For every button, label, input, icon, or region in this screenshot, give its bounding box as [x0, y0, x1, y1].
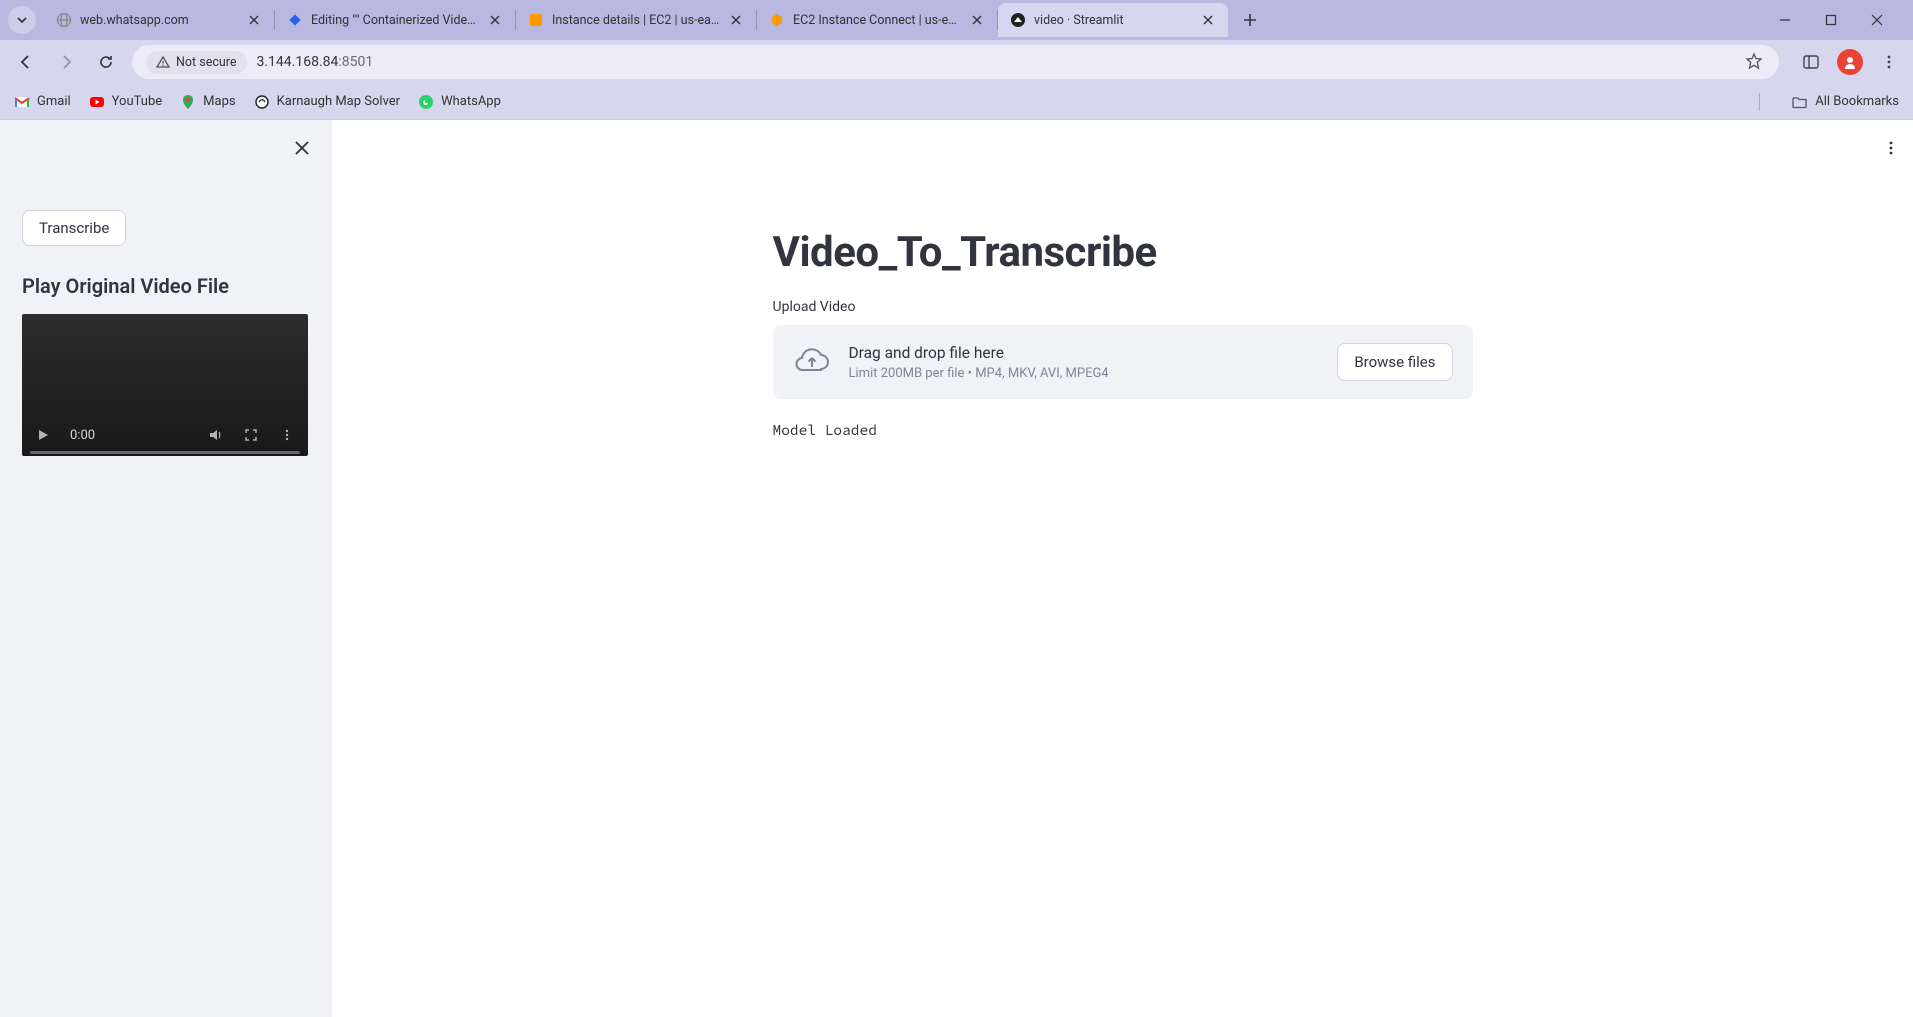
tab-ec2-connect[interactable]: EC2 Instance Connect | us-east — [757, 3, 997, 37]
address-bar: Not secure 3.144.168.84:8501 — [0, 40, 1913, 84]
tab-streamlit[interactable]: video · Streamlit — [998, 3, 1228, 37]
bookmark-star-icon[interactable] — [1745, 52, 1765, 72]
close-icon[interactable] — [969, 12, 985, 28]
kmap-icon — [254, 94, 270, 110]
window-controls — [1771, 6, 1905, 34]
url-text: 3.144.168.84:8501 — [257, 54, 374, 70]
transcribe-button[interactable]: Transcribe — [22, 210, 126, 246]
all-bookmarks-button[interactable]: All Bookmarks — [1792, 94, 1899, 110]
file-uploader[interactable]: Drag and drop file here Limit 200MB per … — [773, 325, 1473, 399]
bookmark-kmap[interactable]: Karnaugh Map Solver — [254, 94, 401, 110]
diamond-icon — [287, 12, 303, 28]
browser-menu-icon[interactable] — [1877, 50, 1901, 74]
volume-icon[interactable] — [206, 426, 224, 444]
video-player[interactable]: 0:00 — [22, 314, 308, 456]
upload-label: Upload Video — [773, 299, 1473, 315]
main-content: Video_To_Transcribe Upload Video Drag an… — [332, 120, 1913, 1017]
bookmark-label: Gmail — [37, 94, 71, 109]
tab-strip: web.whatsapp.com Editing "" Containerize… — [0, 0, 1913, 40]
maps-icon — [180, 94, 196, 110]
tab-title: Instance details | EC2 | us-east- — [552, 13, 720, 28]
sidebar-close-button[interactable] — [288, 134, 316, 162]
aws-cube-icon — [769, 12, 785, 28]
video-controls: 0:00 — [22, 414, 308, 456]
minimize-button[interactable] — [1771, 6, 1799, 34]
side-panel-icon[interactable] — [1799, 50, 1823, 74]
url-input[interactable]: Not secure 3.144.168.84:8501 — [132, 45, 1779, 79]
bookmark-label: WhatsApp — [441, 94, 501, 109]
limit-text: Limit 200MB per file • MP4, MKV, AVI, MP… — [849, 366, 1320, 381]
browse-files-button[interactable]: Browse files — [1337, 343, 1452, 381]
tab-title: video · Streamlit — [1034, 13, 1192, 28]
bookmark-divider — [1759, 93, 1760, 111]
streamlit-app: Transcribe Play Original Video File 0:00 — [0, 120, 1913, 1017]
back-button[interactable] — [12, 48, 40, 76]
content-column: Video_To_Transcribe Upload Video Drag an… — [773, 120, 1473, 439]
forward-button[interactable] — [52, 48, 80, 76]
bookmark-label: Maps — [203, 94, 235, 109]
tab-title: EC2 Instance Connect | us-east — [793, 13, 961, 28]
streamlit-icon — [1010, 12, 1026, 28]
bookmark-youtube[interactable]: YouTube — [89, 94, 163, 110]
not-secure-label: Not secure — [176, 55, 237, 70]
bookmark-gmail[interactable]: Gmail — [14, 94, 71, 110]
bookmark-maps[interactable]: Maps — [180, 94, 235, 110]
status-text: Model Loaded — [773, 421, 1473, 439]
folder-icon — [1792, 94, 1808, 110]
bookmarks-bar: Gmail YouTube Maps Karnaugh Map Solver W… — [0, 84, 1913, 120]
uploader-text: Drag and drop file here Limit 200MB per … — [849, 344, 1320, 381]
aws-icon — [528, 12, 544, 28]
page-title: Video_To_Transcribe — [773, 228, 1473, 277]
sidebar: Transcribe Play Original Video File 0:00 — [0, 120, 332, 1017]
tab-title: Editing "" Containerized Video t — [311, 13, 479, 28]
reload-button[interactable] — [92, 48, 120, 76]
close-window-button[interactable] — [1863, 6, 1891, 34]
play-icon[interactable] — [34, 426, 52, 444]
warning-icon — [156, 55, 170, 69]
bookmark-whatsapp[interactable]: WhatsApp — [418, 94, 501, 110]
drag-drop-text: Drag and drop file here — [849, 344, 1320, 362]
bookmark-label: YouTube — [112, 94, 163, 109]
video-menu-icon[interactable] — [278, 426, 296, 444]
video-time: 0:00 — [70, 428, 95, 443]
bookmark-label: Karnaugh Map Solver — [277, 94, 401, 109]
maximize-button[interactable] — [1817, 6, 1845, 34]
url-host: 3.144.168.84 — [257, 54, 339, 70]
new-tab-button[interactable] — [1236, 6, 1264, 34]
browser-chrome: web.whatsapp.com Editing "" Containerize… — [0, 0, 1913, 120]
video-progress-bar[interactable] — [30, 451, 300, 454]
video-heading: Play Original Video File — [22, 274, 310, 298]
youtube-icon — [89, 94, 105, 110]
app-menu-icon[interactable] — [1877, 134, 1905, 162]
extension-area — [1799, 49, 1901, 75]
cloud-upload-icon — [793, 343, 831, 381]
whatsapp-icon — [418, 94, 434, 110]
gmail-icon — [14, 94, 30, 110]
security-indicator[interactable]: Not secure — [146, 51, 247, 74]
close-icon[interactable] — [246, 12, 262, 28]
tab-editing[interactable]: Editing "" Containerized Video t — [275, 3, 515, 37]
fullscreen-icon[interactable] — [242, 426, 260, 444]
url-port: :8501 — [338, 54, 373, 70]
close-icon[interactable] — [1200, 12, 1216, 28]
tab-whatsapp[interactable]: web.whatsapp.com — [44, 3, 274, 37]
tab-title: web.whatsapp.com — [80, 13, 238, 28]
profile-avatar[interactable] — [1837, 49, 1863, 75]
close-icon[interactable] — [728, 12, 744, 28]
close-icon[interactable] — [487, 12, 503, 28]
tab-ec2-details[interactable]: Instance details | EC2 | us-east- — [516, 3, 756, 37]
tab-search-dropdown[interactable] — [8, 6, 36, 34]
all-bookmarks-label: All Bookmarks — [1815, 94, 1899, 109]
globe-icon — [56, 12, 72, 28]
